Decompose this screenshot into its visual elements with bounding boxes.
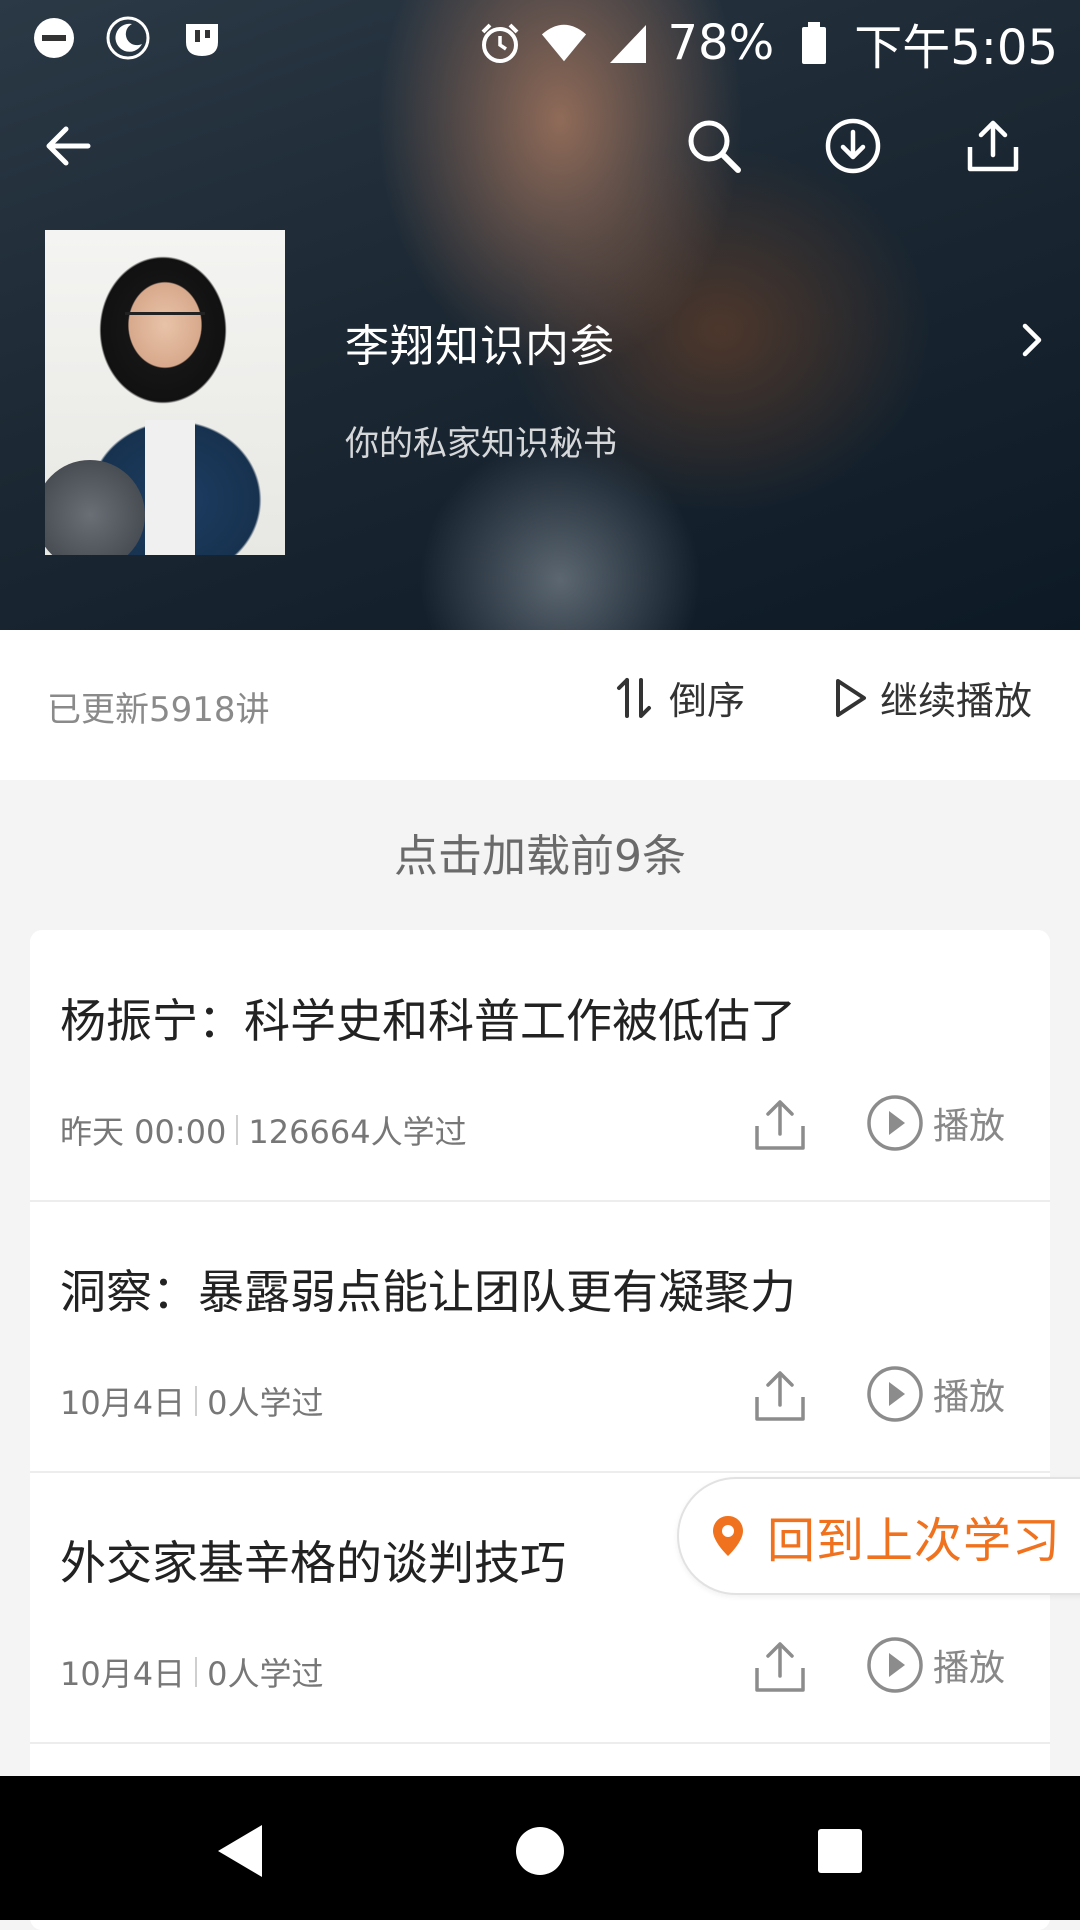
home-circle-icon bbox=[516, 1827, 564, 1875]
app-notification-icon bbox=[178, 14, 226, 62]
list-item[interactable]: 杨振宁：科学史和科普工作被低估了 昨天 00:00 126664人学过 播放 bbox=[30, 930, 1050, 1202]
channel-subtitle: 你的私家知识秘书 bbox=[345, 424, 617, 464]
list-toolbar: 已更新5918讲 倒序 继续播放 bbox=[0, 630, 1080, 780]
wifi-icon bbox=[540, 19, 588, 67]
episode-meta: 10月4日 0人学过 bbox=[60, 1378, 323, 1424]
sort-order-label: 倒序 bbox=[669, 679, 746, 723]
status-bar: 78% 下午5:05 bbox=[0, 0, 1080, 76]
back-button[interactable] bbox=[32, 110, 104, 182]
chevron-right-icon bbox=[1022, 323, 1042, 357]
do-not-disturb-icon bbox=[30, 14, 78, 62]
episode-date: 10月4日 bbox=[60, 1384, 186, 1422]
episode-date: 昨天 00:00 bbox=[60, 1113, 227, 1151]
list-item[interactable]: 洞察：暴露弱点能让团队更有凝聚力 10月4日 0人学过 播放 bbox=[30, 1201, 1050, 1473]
alarm-icon bbox=[476, 19, 524, 67]
channel-header: 78% 下午5:05 李翔知识内参 你的私家知识秘书 bbox=[0, 0, 1080, 630]
channel-info[interactable]: 李翔知识内参 你的私家知识秘书 bbox=[345, 310, 1045, 465]
episode-share-button[interactable] bbox=[745, 1361, 815, 1431]
episode-title[interactable]: 洞察：暴露弱点能让团队更有凝聚力 bbox=[60, 1256, 796, 1322]
search-icon bbox=[688, 120, 741, 173]
location-pin-icon bbox=[713, 1516, 743, 1556]
share-icon bbox=[755, 1100, 805, 1150]
night-mode-icon bbox=[104, 14, 152, 62]
episode-meta: 昨天 00:00 126664人学过 bbox=[60, 1107, 467, 1153]
channel-title: 李翔知识内参 bbox=[345, 321, 615, 372]
episode-play-button[interactable]: 播放 bbox=[865, 1635, 1005, 1695]
episode-learners: 0人学过 bbox=[207, 1384, 324, 1422]
download-button[interactable] bbox=[817, 110, 889, 182]
episode-meta: 10月4日 0人学过 bbox=[60, 1649, 323, 1695]
top-navigation bbox=[0, 110, 1080, 185]
episode-play-button[interactable]: 播放 bbox=[865, 1093, 1005, 1153]
play-circle-icon bbox=[867, 1095, 923, 1151]
episode-title[interactable]: 杨振宁：科学史和科普工作被低估了 bbox=[60, 985, 796, 1051]
signal-icon bbox=[604, 19, 652, 67]
share-icon bbox=[967, 120, 1019, 172]
episode-learners: 0人学过 bbox=[207, 1655, 324, 1693]
back-arrow-icon bbox=[46, 126, 91, 166]
play-circle-icon bbox=[867, 1637, 923, 1693]
resume-last-study-label: 回到上次学习 bbox=[767, 1513, 1062, 1569]
continue-play-button[interactable]: 继续播放 bbox=[830, 670, 1032, 725]
play-outline-icon bbox=[836, 678, 866, 717]
search-button[interactable] bbox=[678, 110, 750, 182]
play-circle-icon bbox=[867, 1366, 923, 1422]
meta-divider bbox=[195, 1386, 198, 1416]
share-icon bbox=[755, 1642, 805, 1692]
download-icon bbox=[825, 118, 881, 174]
episode-title[interactable]: 外交家基辛格的谈判技巧 bbox=[60, 1527, 566, 1593]
meta-divider bbox=[236, 1115, 239, 1145]
battery-icon bbox=[790, 19, 838, 67]
share-icon bbox=[755, 1371, 805, 1421]
episode-date: 10月4日 bbox=[60, 1655, 186, 1693]
episode-share-button[interactable] bbox=[745, 1632, 815, 1702]
sort-order-button[interactable]: 倒序 bbox=[615, 670, 745, 725]
resume-last-study-button[interactable]: 回到上次学习 bbox=[677, 1477, 1080, 1595]
sort-icon bbox=[617, 677, 651, 718]
system-navigation-bar bbox=[0, 1776, 1080, 1920]
episode-learners: 126664人学过 bbox=[248, 1113, 467, 1151]
system-home-button[interactable] bbox=[505, 1816, 575, 1886]
back-triangle-icon bbox=[218, 1825, 262, 1877]
channel-cover-photo bbox=[45, 230, 285, 555]
share-button[interactable] bbox=[957, 110, 1029, 182]
episode-play-label: 播放 bbox=[933, 1106, 1006, 1147]
system-recents-button[interactable] bbox=[805, 1816, 875, 1886]
system-back-button[interactable] bbox=[205, 1816, 275, 1886]
episode-play-label: 播放 bbox=[933, 1648, 1006, 1689]
episode-play-label: 播放 bbox=[933, 1377, 1006, 1418]
continue-play-label: 继续播放 bbox=[880, 679, 1033, 723]
load-previous-button[interactable]: 点击加载前9条 bbox=[0, 820, 1080, 884]
episode-share-button[interactable] bbox=[745, 1090, 815, 1160]
recents-square-icon bbox=[818, 1829, 862, 1873]
episode-play-button[interactable]: 播放 bbox=[865, 1364, 1005, 1424]
update-count: 已更新5918讲 bbox=[47, 690, 270, 730]
channel-detail-chevron[interactable] bbox=[1010, 318, 1054, 362]
battery-percent: 78% bbox=[667, 15, 775, 71]
meta-divider bbox=[195, 1657, 198, 1687]
status-time: 下午5:05 bbox=[854, 20, 1058, 76]
